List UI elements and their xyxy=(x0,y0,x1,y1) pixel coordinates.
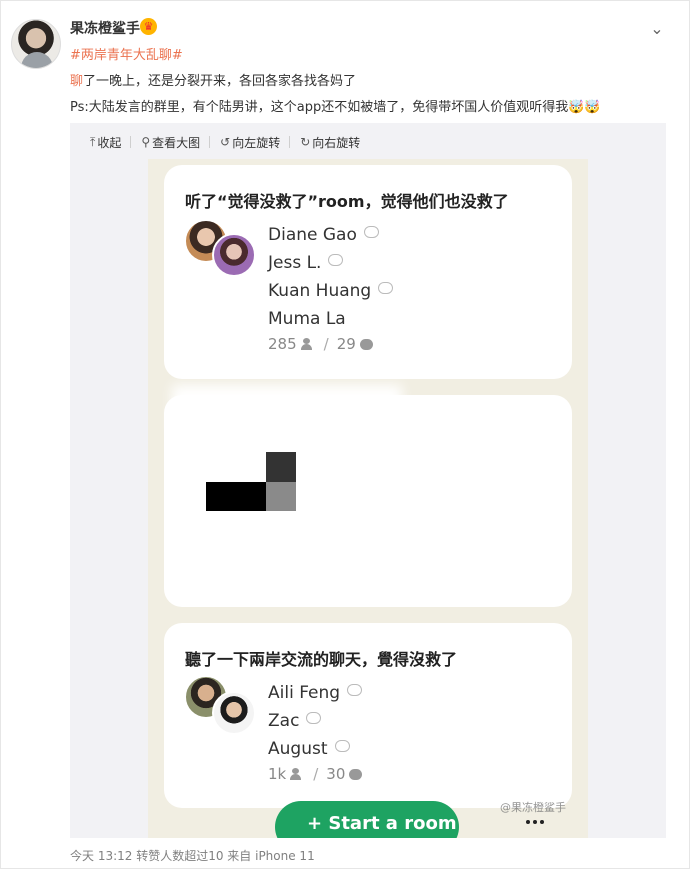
speaker-row: Jess L. xyxy=(268,249,393,277)
speech-bubble-icon xyxy=(334,740,350,752)
rotate-left-label: 向左旋转 xyxy=(232,135,281,150)
speaker-row: Zac xyxy=(268,707,362,735)
start-room-button: + Start a room xyxy=(275,801,459,838)
rotate-right-button[interactable]: ↻ 向右旋转 xyxy=(298,134,369,151)
listener-count: 1k xyxy=(268,765,287,783)
speaker-name: Jess L. xyxy=(268,253,322,273)
collapse-label: 收起 xyxy=(97,135,122,150)
line1-rest: 了一晚上，还是分裂开来，各回各家各找各妈了 xyxy=(83,74,357,89)
username[interactable]: 果冻橙鲨手 xyxy=(70,18,140,38)
speaker-name: Muma La xyxy=(268,309,346,329)
magnifier-icon: ⚲ xyxy=(141,135,151,149)
ellipsis-icon xyxy=(526,809,548,824)
speaker-avatar xyxy=(212,233,256,277)
speaker-name: August xyxy=(268,739,328,759)
speech-bubble-icon xyxy=(306,712,322,724)
toolbar-divider xyxy=(130,136,132,148)
speaker-name: Aili Feng xyxy=(268,683,341,703)
collapse-button[interactable]: ⤒ 收起 xyxy=(88,134,130,151)
listener-count: 285 xyxy=(268,335,297,353)
stats-divider: / xyxy=(323,335,329,353)
speaker-name: Zac xyxy=(268,711,300,731)
redaction-block xyxy=(266,482,296,511)
speaker-row: Kuan Huang xyxy=(268,277,394,305)
speech-bubble-icon xyxy=(347,684,363,696)
chevron-down-icon[interactable]: ⌄ xyxy=(647,19,667,39)
post-text-line2: Ps:大陆发言的群里，有个陆男讲，这个app还不如被墙了，免得带坏国人价值观听得… xyxy=(70,100,601,115)
speaker-row: August xyxy=(268,735,362,763)
chat-icon xyxy=(359,338,373,350)
speech-bubble-icon xyxy=(378,282,394,294)
room-title: 听了“觉得没救了”room，觉得他们也没救了 xyxy=(185,192,509,211)
post-meta: 今天 13:12 转赞人数超过10 来自 iPhone 11 xyxy=(70,849,315,863)
rotate-left-icon: ↺ xyxy=(220,135,231,149)
speaker-count: 30 xyxy=(326,765,346,783)
media-panel: ⤒ 收起 ⚲ 查看大图 ↺ 向左旋转 ↻ 向右旋转 听了“觉得没救了”room，觉得他们… xyxy=(70,123,666,838)
speaker-name: Diane Gao xyxy=(268,225,357,245)
rotate-right-label: 向右旋转 xyxy=(312,135,361,150)
toolbar-divider xyxy=(209,136,211,148)
rotate-right-icon: ↻ xyxy=(300,135,311,149)
speaker-row: Aili Feng xyxy=(268,679,363,707)
screenshot-image[interactable]: 听了“觉得没救了”room，觉得他们也没救了 Diane Gao Jess L.… xyxy=(148,159,588,838)
speaker-name: Kuan Huang xyxy=(268,281,372,301)
redacted-card xyxy=(164,385,572,607)
speaker-list: Diane Gao Jess L. Kuan Huang Muma La 285… xyxy=(268,221,394,353)
highlight-word[interactable]: 聊 xyxy=(70,74,83,89)
speech-bubble-icon xyxy=(363,226,379,238)
blurred-area xyxy=(172,385,402,435)
weibo-post: 果冻橙鲨手 ♛ ⌄ #两岸青年大乱聊# 聊了一晚上，还是分裂开来，各回各家各找各… xyxy=(0,0,690,869)
person-icon xyxy=(290,768,302,780)
speaker-list: Aili Feng Zac August 1k / 30 xyxy=(268,679,363,783)
avatar[interactable] xyxy=(11,19,61,69)
person-icon xyxy=(300,338,312,350)
room-stats: 1k / 30 xyxy=(268,765,363,783)
room-title: 聽了一下兩岸交流的聊天，覺得沒救了 xyxy=(185,650,458,669)
crown-icon: ♛ xyxy=(140,18,157,35)
speech-bubble-icon xyxy=(328,254,344,266)
room-card: 聽了一下兩岸交流的聊天，覺得沒救了 Aili Feng Zac August 1… xyxy=(164,623,572,808)
room-stats: 285 / 29 xyxy=(268,335,393,353)
speaker-count: 29 xyxy=(336,335,356,353)
collapse-icon: ⤒ xyxy=(90,134,96,149)
redaction-block xyxy=(266,452,296,482)
speaker-avatar xyxy=(212,691,256,735)
media-toolbar: ⤒ 收起 ⚲ 查看大图 ↺ 向左旋转 ↻ 向右旋转 xyxy=(88,132,369,152)
speaker-row: Muma La xyxy=(268,305,393,333)
toolbar-divider xyxy=(289,136,291,148)
room-card: 听了“觉得没救了”room，觉得他们也没救了 Diane Gao Jess L.… xyxy=(164,165,572,379)
chat-icon xyxy=(349,768,363,780)
post-text-line1: 聊了一晚上，还是分裂开来，各回各家各找各妈了 xyxy=(70,70,356,89)
rotate-left-button[interactable]: ↺ 向左旋转 xyxy=(218,134,289,151)
stats-divider: / xyxy=(313,765,319,783)
speaker-row: Diane Gao xyxy=(268,221,393,249)
topic-link[interactable]: #两岸青年大乱聊# xyxy=(70,44,183,63)
redaction-block xyxy=(206,482,266,511)
view-large-button[interactable]: ⚲ 查看大图 xyxy=(139,134,209,151)
view-large-label: 查看大图 xyxy=(152,135,201,150)
